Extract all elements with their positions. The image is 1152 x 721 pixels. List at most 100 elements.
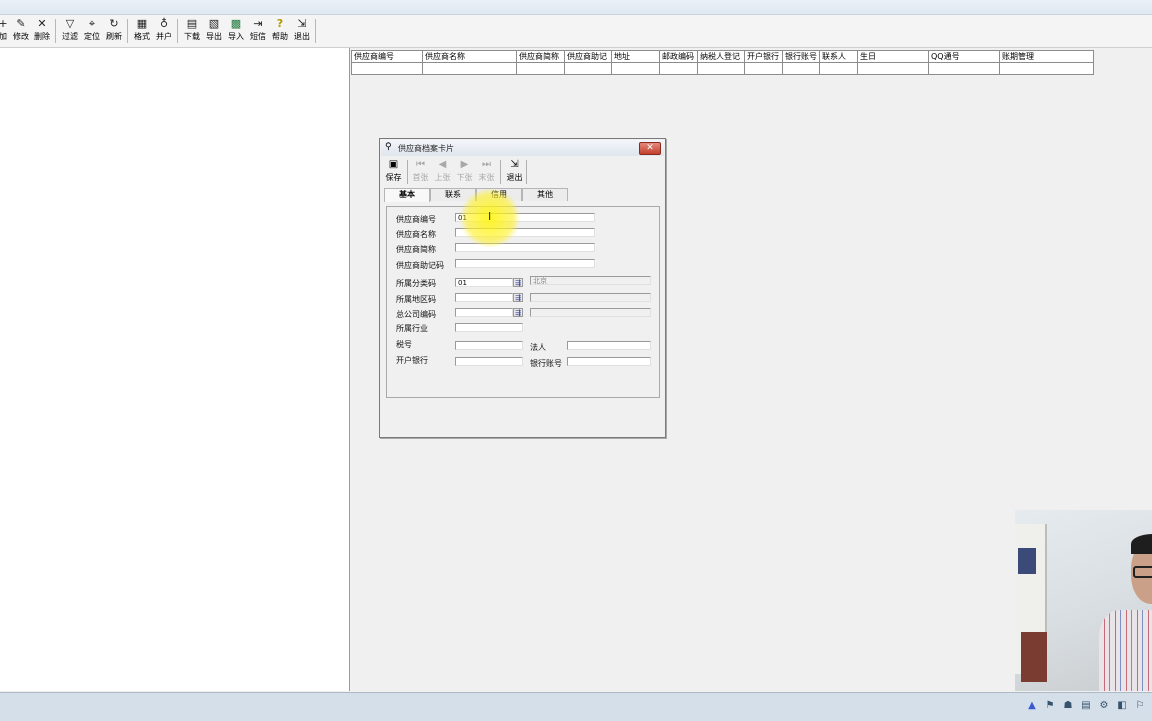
grid-header-cell[interactable]: 供应商简称 [516,50,565,63]
category-lookup-button[interactable]: ⇶ [513,278,523,287]
supplier-mnemonic-field[interactable] [455,259,595,268]
refresh-button[interactable]: ↻ 刷新 [103,17,125,45]
region-code-label: 所属地区码 [396,295,436,304]
exit-button[interactable]: ⇲ 退出 [291,17,313,45]
region-name-field [530,293,651,302]
grid-cell[interactable] [659,62,698,75]
edit-label: 修改 [13,32,29,41]
download-button[interactable]: ▤ 下载 [181,17,203,45]
taskbar: ▲ ⚑ ☗ ▤ ⚙ ◧ ⚐ [0,692,1152,721]
tab-basic[interactable]: 基本 [384,188,430,202]
app-tray-icon[interactable]: ☗ [1062,700,1074,712]
filter-button[interactable]: ▽ 过滤 [59,17,81,45]
help-icon: ? [276,17,284,30]
grid-header-cell[interactable]: 账期管理 [999,50,1094,63]
dialog-exit-button[interactable]: ⇲ 退出 [504,158,525,186]
supplier-short-name-field[interactable] [455,243,595,252]
grid-cell[interactable] [351,62,423,75]
prev-record-icon: ◀ [438,159,447,170]
table-row[interactable] [351,62,1094,75]
app-tray-icon[interactable]: ⚐ [1134,700,1146,712]
category-tree-pane[interactable] [0,48,350,691]
import-button[interactable]: ▩ 导入 [225,17,247,45]
next-record-button[interactable]: ▶ 下张 [454,158,475,186]
merge-button[interactable]: ♁ 并户 [153,17,175,45]
format-button[interactable]: ▦ 格式 [131,17,153,45]
dialog-exit-label: 退出 [506,173,523,182]
app-tray-icon[interactable]: ▤ [1080,700,1092,712]
supplier-grid[interactable]: 供应商编号 供应商名称 供应商简称 供应商助记 地址 邮政编码 纳税人登记 开户… [351,50,1094,75]
filter-icon: ▽ [65,17,75,30]
legal-person-field[interactable] [567,341,651,350]
import-label: 导入 [228,32,244,41]
grid-header-cell[interactable]: 纳税人登记 [697,50,745,63]
app-tray-icon[interactable]: ◧ [1116,700,1128,712]
save-button[interactable]: ▣ 保存 [383,158,404,186]
app-tray-icon[interactable]: ⚑ [1044,700,1056,712]
last-record-icon: ⏭ [482,159,491,170]
sms-icon: ⇥ [253,17,263,30]
main-toolbar: + 加 ✎ 修改 ✕ 删除 ▽ 过滤 ⌖ 定位 ↻ 刷新 ▦ 格式 ♁ 并户 ▤… [0,15,1152,48]
grid-header-cell[interactable]: 供应商编号 [351,50,423,63]
grid-cell[interactable] [857,62,929,75]
grid-cell[interactable] [782,62,820,75]
bank-label: 开户银行 [396,356,428,365]
grid-cell[interactable] [697,62,745,75]
bank-account-label: 银行账号 [530,359,562,368]
category-code-field[interactable]: 01 [455,278,513,287]
dialog-titlebar[interactable]: ⚲ 供应商档案卡片 ✕ [381,140,664,156]
region-code-field[interactable] [455,293,513,302]
first-record-button[interactable]: ⏮ 首张 [410,158,431,186]
prev-record-button[interactable]: ◀ 上张 [432,158,453,186]
export-button[interactable]: ▧ 导出 [203,17,225,45]
industry-field[interactable] [455,323,523,332]
grid-cell[interactable] [819,62,858,75]
locate-button[interactable]: ⌖ 定位 [81,17,103,45]
lookup-icon: ⇶ [515,309,521,317]
tax-number-field[interactable] [455,341,523,350]
grid-cell[interactable] [928,62,1000,75]
toolbar-separator [315,19,316,43]
hq-code-label: 总公司编码 [396,310,436,319]
grid-cell[interactable] [744,62,783,75]
bank-field[interactable] [455,357,523,366]
refresh-icon: ↻ [109,17,119,30]
webcam-poster [1018,548,1036,574]
grid-cell[interactable] [611,62,660,75]
magnifier-icon: ⚲ [385,142,392,152]
grid-header-cell[interactable]: 供应商名称 [422,50,517,63]
grid-header-cell[interactable]: 生日 [857,50,929,63]
network-icon[interactable]: ▲ [1026,700,1038,712]
hq-lookup-button[interactable]: ⇶ [513,308,523,317]
app-tray-icon[interactable]: ⚙ [1098,700,1110,712]
edit-button[interactable]: ✎ 修改 [10,17,32,45]
grid-header-cell[interactable]: 供应商助记 [564,50,612,63]
download-icon: ▤ [186,17,198,30]
supplier-name-label: 供应商名称 [396,230,436,239]
close-button[interactable]: ✕ [639,142,661,155]
sms-label: 短信 [250,32,266,41]
grid-header-cell[interactable]: QQ通号 [928,50,1000,63]
grid-header-cell[interactable]: 开户银行 [744,50,783,63]
hq-code-field[interactable] [455,308,513,317]
grid-cell[interactable] [422,62,517,75]
delete-button[interactable]: ✕ 删除 [31,17,53,45]
download-label: 下载 [184,32,200,41]
help-button[interactable]: ? 帮助 [269,17,291,45]
grid-header-cell[interactable]: 联系人 [819,50,858,63]
webcam-shelf [1021,632,1047,682]
grid-cell[interactable] [999,62,1094,75]
bank-account-field[interactable] [567,357,651,366]
locate-label: 定位 [84,32,100,41]
sms-button[interactable]: ⇥ 短信 [247,17,269,45]
grid-header-cell[interactable]: 银行账号 [782,50,820,63]
grid-cell[interactable] [516,62,565,75]
filter-label: 过滤 [62,32,78,41]
region-lookup-button[interactable]: ⇶ [513,293,523,302]
grid-header-cell[interactable]: 地址 [611,50,660,63]
grid-header-cell[interactable]: 邮政编码 [659,50,698,63]
last-record-button[interactable]: ⏭ 末张 [476,158,497,186]
tab-other[interactable]: 其他 [522,188,568,201]
grid-cell[interactable] [564,62,612,75]
tax-number-label: 税号 [396,340,412,349]
